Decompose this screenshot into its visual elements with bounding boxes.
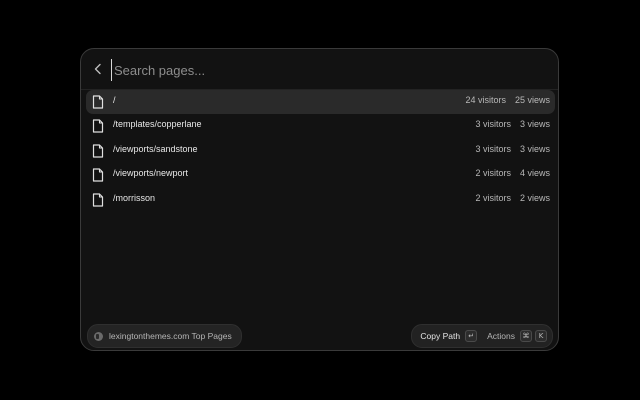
page-path: /morrisson [113,192,156,203]
page-path: /viewports/newport [113,168,189,179]
enter-key-icon: ↵ [465,330,478,342]
action-bar: Copy Path ↵ Actions ⌘ K [411,324,553,348]
visitor-count: 2 visitors [475,168,511,179]
file-icon [92,144,104,158]
page-stats: 2 visitors 4 views [475,168,550,178]
copy-path-button[interactable]: Copy Path [420,331,460,341]
page-path: / [113,95,116,105]
view-count: 3 views [519,119,550,130]
list-item[interactable]: /templates/copperlane 3 visitors 3 views [86,114,555,138]
view-count: 4 views [519,168,550,179]
source-badge[interactable]: lexingtonthemes.com Top Pages [87,324,242,348]
page-stats: 2 visitors 2 views [475,193,550,203]
list-item[interactable]: /morrisson 2 visitors 2 views [86,188,555,212]
command-key-icon: ⌘ [520,330,532,342]
visitor-count: 3 visitors [475,143,511,154]
page-list: / 24 visitors 25 views /templates/copperl… [86,90,555,212]
list-item[interactable]: /viewports/newport 2 visitors 4 views [86,163,555,187]
visitor-count: 24 visitors [465,95,506,105]
file-icon [92,168,104,182]
chevron-left-icon[interactable] [91,62,105,76]
list-item[interactable]: / 24 visitors 25 views [86,90,555,114]
page-stats: 3 visitors 3 views [475,144,550,154]
actions-button[interactable]: Actions [487,331,515,341]
list-item[interactable]: /viewports/sandstone 3 visitors 3 views [86,139,555,163]
page-path: /templates/copperlane [113,119,202,130]
view-count: 2 views [519,192,550,203]
file-icon [92,95,104,109]
k-key-icon: K [535,330,547,342]
page-path: /viewports/sandstone [113,143,198,154]
view-count: 25 views [514,95,550,105]
page-stats: 3 visitors 3 views [475,119,550,129]
command-palette: / 24 visitors 25 views /templates/copperl… [80,48,559,351]
search-bar [81,49,558,90]
visitor-count: 3 visitors [475,119,511,130]
search-input[interactable] [111,59,536,81]
view-count: 3 views [519,143,550,154]
visitor-count: 2 visitors [475,192,511,203]
site-favicon-icon [94,331,103,341]
file-icon [92,119,104,133]
file-icon [92,192,104,207]
source-label: lexingtonthemes.com Top Pages [109,331,232,341]
page-stats: 24 visitors 25 views [465,95,550,105]
